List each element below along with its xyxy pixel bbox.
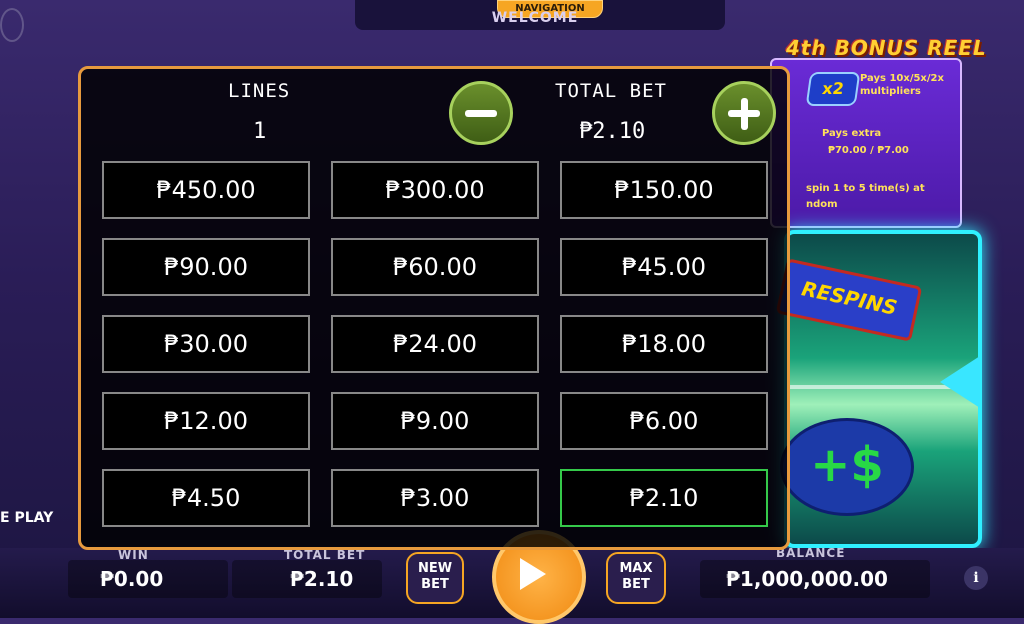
total-bet-value: ₱2.10 (579, 119, 646, 144)
dollar-symbol-icon: +$ (780, 418, 914, 516)
win-label: WIN (118, 548, 149, 562)
bet-option[interactable]: ₱450.00 (102, 161, 310, 219)
total-bet-label-bottom: TOTAL BET (284, 548, 366, 562)
bet-option[interactable]: ₱24.00 (331, 315, 539, 373)
bet-option[interactable]: ₱12.00 (102, 392, 310, 450)
bet-option-selected[interactable]: ₱2.10 (560, 469, 768, 527)
bonus-text-random: ndom (806, 199, 838, 210)
bet-option[interactable]: ₱18.00 (560, 315, 768, 373)
lines-label: LINES (228, 80, 291, 102)
total-bet-value-bottom: ₱2.10 (290, 567, 354, 591)
minus-icon (465, 110, 497, 117)
x2-multiplier-icon: x2 (805, 72, 861, 106)
bet-option[interactable]: ₱90.00 (102, 238, 310, 296)
reel-pointer-icon (940, 356, 980, 408)
decrease-bet-button[interactable] (449, 81, 513, 145)
bet-option[interactable]: ₱9.00 (331, 392, 539, 450)
balance-label: BALANCE (776, 546, 846, 560)
max-bet-button[interactable]: MAX BET (606, 552, 666, 604)
bonus-text-multipliers: Pays 10x/5x/2x multipliers (860, 73, 944, 97)
new-bet-button[interactable]: NEW BET (406, 552, 464, 604)
bonus-reel-title: 4th BONUS REEL (786, 36, 987, 60)
lines-value: 1 (253, 119, 267, 144)
welcome-text: WELCOME (491, 10, 579, 26)
bet-option[interactable]: ₱60.00 (331, 238, 539, 296)
bet-option[interactable]: ₱300.00 (331, 161, 539, 219)
balance-value: ₱1,000,000.00 (726, 567, 888, 591)
bet-option[interactable]: ₱150.00 (560, 161, 768, 219)
increase-bet-button[interactable] (712, 81, 776, 145)
win-value: ₱0.00 (100, 567, 164, 591)
bet-option[interactable]: ₱6.00 (560, 392, 768, 450)
bet-option[interactable]: ₱30.00 (102, 315, 310, 373)
bet-option[interactable]: ₱4.50 (102, 469, 310, 527)
plus-icon-vertical (740, 97, 748, 130)
game-play-label: E PLAY (0, 510, 54, 526)
bet-selection-panel: LINES 1 TOTAL BET ₱2.10 ₱450.00 ₱300.00 … (78, 66, 790, 550)
bet-option[interactable]: ₱45.00 (560, 238, 768, 296)
new-bet-label: NEW BET (417, 561, 453, 592)
play-icon (520, 558, 546, 590)
max-bet-label: MAX BET (619, 561, 653, 592)
info-icon[interactable]: i (964, 566, 988, 590)
bonus-text-respin: spin 1 to 5 time(s) at (806, 183, 925, 194)
bet-option[interactable]: ₱3.00 (331, 469, 539, 527)
logo-icon (0, 8, 24, 42)
bonus-text-amounts: ₱70.00 / ₱7.00 (828, 145, 909, 156)
total-bet-label: TOTAL BET (555, 80, 667, 102)
bonus-text-pays-extra: Pays extra (822, 128, 882, 139)
